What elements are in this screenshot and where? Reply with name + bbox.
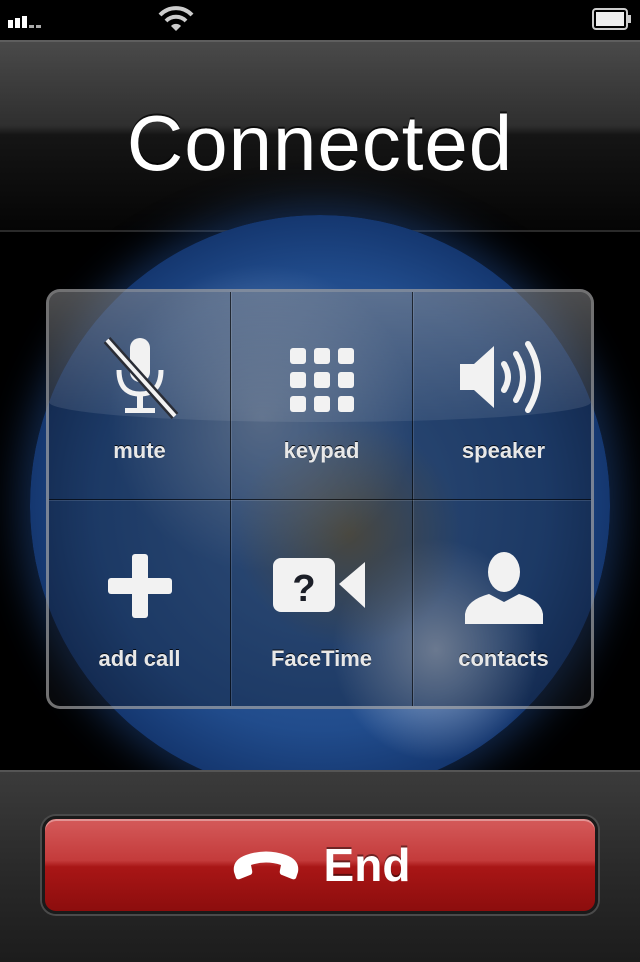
contacts-label: contacts [458, 646, 549, 671]
divider [49, 499, 591, 500]
wifi-icon [158, 6, 194, 31]
mute-microphone-icon [49, 332, 230, 422]
facetime-button[interactable]: ? FaceTime [231, 500, 412, 706]
mute-button[interactable]: mute [49, 292, 230, 499]
speaker-label: speaker [461, 438, 546, 463]
call-status-title: Connected [126, 99, 514, 187]
call-controls-panel: mute keypad speaker add call ? FaceTime … [46, 289, 594, 709]
end-call-button[interactable]: End [42, 816, 598, 914]
keypad-icon [231, 332, 412, 422]
add-call-button[interactable]: add call [49, 500, 230, 706]
keypad-label: keypad [283, 438, 360, 463]
mute-label: mute [113, 438, 166, 463]
signal-bars-icon [8, 16, 41, 28]
battery-icon [592, 8, 631, 30]
header-highlight [0, 40, 640, 42]
contact-person-icon [413, 540, 591, 630]
svg-text:?: ? [292, 568, 315, 610]
keypad-button[interactable]: keypad [231, 292, 412, 499]
contacts-button[interactable]: contacts [413, 500, 591, 706]
facetime-label: FaceTime [270, 646, 373, 671]
speaker-icon [413, 332, 591, 422]
facetime-unavailable-icon: ? [231, 540, 412, 630]
call-status-header: Connected [0, 40, 640, 232]
speaker-button[interactable]: speaker [413, 292, 591, 499]
end-call-label: End [323, 839, 411, 891]
status-bar [0, 0, 640, 40]
plus-icon [49, 540, 230, 630]
add-call-label: add call [98, 646, 181, 671]
hang-up-phone-icon [233, 851, 298, 880]
bottom-bar: End [0, 770, 640, 962]
